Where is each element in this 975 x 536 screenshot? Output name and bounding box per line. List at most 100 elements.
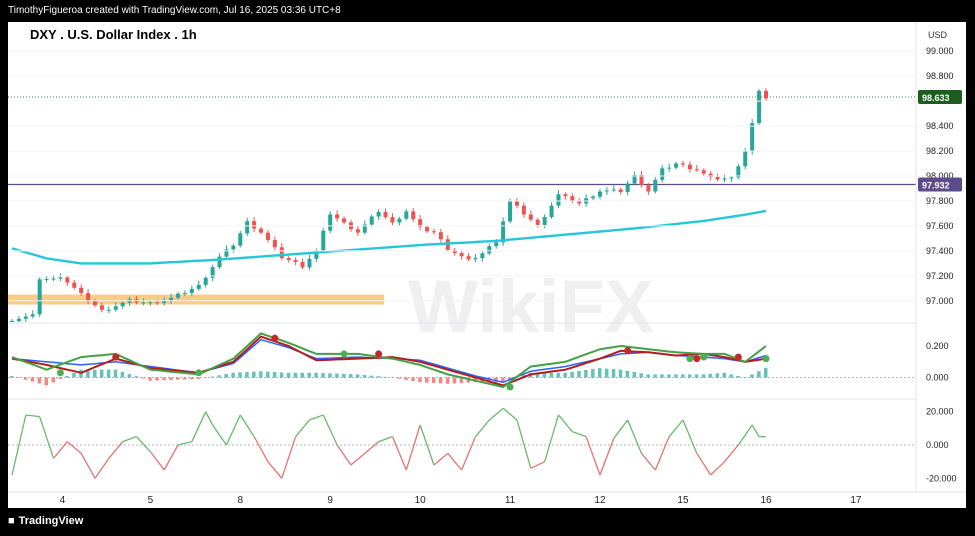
candle-body <box>383 211 388 218</box>
oscillator-segment <box>39 416 55 459</box>
candle-body <box>563 194 568 197</box>
candle-body <box>23 316 28 319</box>
macd-cross-dot <box>762 355 770 363</box>
macd-histogram-bar <box>335 373 339 378</box>
candle-body <box>687 164 692 170</box>
candle-body <box>155 302 160 304</box>
candle-body <box>674 163 679 168</box>
candle-body <box>279 247 284 259</box>
oscillator-segment <box>474 419 490 438</box>
candle-body <box>542 217 547 225</box>
price-tick-label: 97.800 <box>926 196 954 206</box>
candle-body <box>625 183 630 192</box>
macd-histogram-bar <box>556 372 560 378</box>
macd-histogram-bar <box>591 369 595 378</box>
candle-body <box>618 189 623 192</box>
oscillator-segment <box>94 457 110 479</box>
oscillator-segment <box>66 441 82 454</box>
oscillator-segment <box>585 436 601 476</box>
macd-histogram-bar <box>549 372 554 378</box>
candle-body <box>265 232 270 240</box>
candle-body <box>597 191 602 197</box>
candle-body <box>722 178 727 180</box>
oscillator-tick-label: 0.000 <box>926 440 949 450</box>
candle-body <box>30 314 35 317</box>
candle-body <box>307 258 312 268</box>
candle-body <box>16 318 21 322</box>
oscillator-segment <box>136 436 151 453</box>
candle-body <box>176 293 181 298</box>
candle-body <box>321 230 326 251</box>
candle-body <box>51 278 56 280</box>
macd-histogram-bar <box>404 377 408 380</box>
candle-body <box>660 168 665 180</box>
oscillator-segment <box>212 424 227 446</box>
candle-body <box>438 232 443 240</box>
candle-body <box>369 216 374 225</box>
candle-body <box>203 277 208 285</box>
candle-body <box>37 279 42 315</box>
macd-histogram-bar <box>293 372 298 378</box>
oscillator-segment <box>149 451 165 471</box>
macd-histogram-bar <box>44 377 49 386</box>
macd-histogram-bar <box>445 377 450 384</box>
oscillator-segment <box>80 453 96 479</box>
tradingview-logo[interactable]: ■ TradingView <box>8 515 83 527</box>
candle-body <box>99 305 104 310</box>
chart-frame[interactable]: DXY . U.S. Dollar Index . 1h USD WikiFX … <box>8 22 966 508</box>
candle-body <box>549 205 554 218</box>
oscillator-tick-label: -20.000 <box>926 473 957 483</box>
candle-body <box>556 194 561 206</box>
time-tick-label: 9 <box>327 495 333 506</box>
macd-cross-dot <box>195 369 203 377</box>
oscillator-segment <box>25 414 40 418</box>
oscillator-segment <box>419 424 435 466</box>
tv-logo-icon: ■ <box>8 515 15 527</box>
macd-cross-dot <box>734 353 742 361</box>
candle-body <box>680 163 685 165</box>
oscillator-segment <box>225 414 241 446</box>
candle-body <box>487 246 492 254</box>
macd-cross-dot <box>624 347 632 355</box>
candle-body <box>189 288 194 294</box>
oscillator-segment <box>737 424 753 446</box>
macd-histogram-bar <box>169 377 173 381</box>
oscillator-segment <box>53 441 68 459</box>
oscillator-segment <box>723 444 739 463</box>
candle-body <box>182 293 187 295</box>
oscillator-segment <box>205 411 214 426</box>
macd-histogram-bar <box>729 374 733 378</box>
macd-histogram-bar <box>16 377 21 379</box>
chart-svg[interactable]: DXY . U.S. Dollar Index . 1h USD WikiFX … <box>8 22 966 508</box>
oscillator-segment <box>364 441 380 454</box>
macd-histogram-bar <box>127 374 132 378</box>
time-tick-label: 16 <box>760 495 772 506</box>
candle-body <box>390 217 395 223</box>
candle-body <box>715 176 720 180</box>
macd-histogram-bar <box>93 369 97 378</box>
macd-histogram-bar <box>37 377 42 384</box>
candle-body <box>431 231 436 233</box>
macd-histogram-bar <box>653 374 657 378</box>
macd-histogram-bar <box>30 377 35 382</box>
macd-histogram-bar <box>570 371 574 378</box>
macd-histogram-bar <box>300 372 305 378</box>
candle-body <box>376 211 381 217</box>
macd-histogram-bar <box>141 377 145 379</box>
time-tick-label: 4 <box>60 495 66 506</box>
candle-body <box>646 184 651 192</box>
macd-histogram-bar <box>120 371 125 378</box>
candle-body <box>245 221 250 234</box>
macd-histogram-bar <box>355 374 360 378</box>
candle-body <box>328 214 333 231</box>
macd-histogram-bar <box>328 373 332 378</box>
oscillator-segment <box>322 414 338 446</box>
currency-label: USD <box>928 30 948 40</box>
watermark-text: WikiFX <box>408 265 654 348</box>
macd-histogram-bar <box>203 377 208 379</box>
macd-histogram-bar <box>411 377 415 382</box>
candle-body <box>535 219 540 225</box>
oscillator-segment <box>654 436 670 471</box>
macd-histogram-bar <box>584 369 588 378</box>
macd-histogram-bar <box>418 377 422 383</box>
